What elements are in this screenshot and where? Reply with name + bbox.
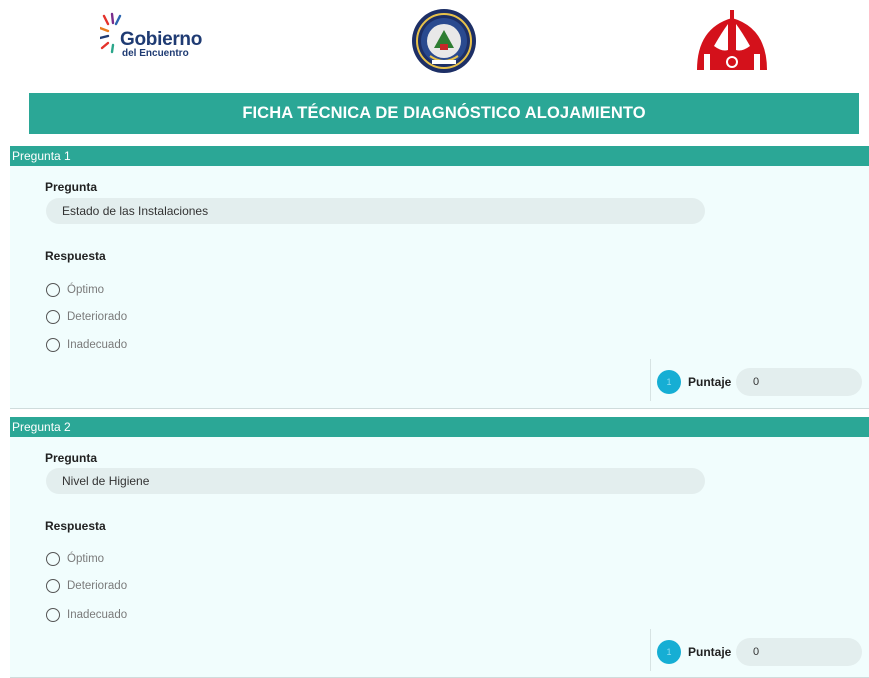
score-badge: 1: [657, 640, 681, 664]
option-deteriorado[interactable]: Deteriorado: [46, 309, 127, 325]
radio-button[interactable]: [46, 283, 60, 297]
option-inadecuado[interactable]: Inadecuado: [46, 607, 127, 623]
option-label: Deteriorado: [67, 580, 128, 592]
option-label: Inadecuado: [67, 609, 128, 621]
option-label: Óptimo: [67, 553, 105, 565]
option-label: Inadecuado: [67, 339, 128, 351]
option-optimo[interactable]: Óptimo: [46, 282, 104, 298]
question-text-field: Nivel de Higiene: [46, 468, 705, 494]
question-card-header: Pregunta 2: [10, 417, 869, 437]
answer-label: Respuesta: [45, 249, 106, 263]
gobierno-burst-icon: [100, 12, 122, 54]
radio-button[interactable]: [46, 579, 60, 593]
answer-label: Respuesta: [45, 519, 106, 533]
radio-button[interactable]: [46, 338, 60, 352]
university-seal-logo: [410, 8, 478, 74]
question-card-header: Pregunta 1: [10, 146, 869, 166]
option-inadecuado[interactable]: Inadecuado: [46, 337, 127, 353]
form-title-banner: FICHA TÉCNICA DE DIAGNÓSTICO ALOJAMIENTO: [29, 93, 859, 134]
score-badge: 1: [657, 370, 681, 394]
gobierno-encuentro-logo: Gobierno del Encuentro: [100, 12, 210, 62]
question-label: Pregunta: [45, 451, 98, 465]
question-card-1: Pregunta 1 Pregunta Estado de las Instal…: [10, 146, 869, 409]
radio-button[interactable]: [46, 608, 60, 622]
option-label: Deteriorado: [67, 311, 128, 323]
score-divider: [650, 629, 651, 671]
option-optimo[interactable]: Óptimo: [46, 551, 104, 567]
question-label: Pregunta: [45, 180, 98, 194]
gobierno-logo-subtext: del Encuentro: [122, 48, 189, 59]
dome-logo: [692, 10, 772, 72]
radio-button[interactable]: [46, 552, 60, 566]
option-label: Óptimo: [67, 284, 105, 296]
question-card-2: Pregunta 2 Pregunta Nivel de Higiene Res…: [10, 417, 869, 678]
option-deteriorado[interactable]: Deteriorado: [46, 578, 127, 594]
score-field[interactable]: 0: [736, 368, 862, 396]
score-field[interactable]: 0: [736, 638, 862, 666]
header-logos: Gobierno del Encuentro: [0, 0, 869, 80]
score-label: Puntaje: [688, 375, 732, 389]
radio-button[interactable]: [46, 310, 60, 324]
score-divider: [650, 359, 651, 401]
form-title: FICHA TÉCNICA DE DIAGNÓSTICO ALOJAMIENTO: [242, 104, 646, 122]
score-label: Puntaje: [688, 645, 732, 659]
question-text-field: Estado de las Instalaciones: [46, 198, 705, 224]
